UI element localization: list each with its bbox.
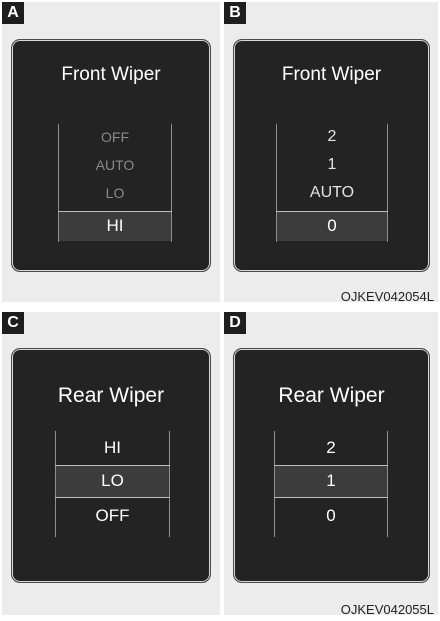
wiper-option-lo[interactable]: LO <box>58 185 172 201</box>
wiper-option-off[interactable]: OFF <box>58 129 172 145</box>
panel-c-tag: C <box>2 312 24 334</box>
screen-title: Rear Wiper <box>278 384 385 407</box>
list-divider-bottom <box>55 497 170 498</box>
panel-a: A Front Wiper OFF AUTO LO HI <box>2 2 220 302</box>
wiper-option-1[interactable]: 1 <box>276 156 388 174</box>
wiper-speed-list: 2 1 AUTO 0 <box>276 124 388 242</box>
panel-d: D Rear Wiper 2 1 0 <box>224 312 438 615</box>
wiper-option-2[interactable]: 2 <box>276 128 388 146</box>
rear-wiper-mode-list: HI LO OFF <box>55 431 170 537</box>
screen-title: Front Wiper <box>281 64 382 85</box>
panel-b: B Front Wiper 2 1 AUTO 0 <box>224 2 438 302</box>
panel-b-tag: B <box>224 2 246 24</box>
rear-wiper-option-2[interactable]: 2 <box>274 438 388 458</box>
panel-a-tag: A <box>2 2 24 24</box>
wiper-option-auto[interactable]: AUTO <box>276 184 388 202</box>
rear-wiper-option-1-selected[interactable]: 1 <box>274 471 388 491</box>
rear-wiper-option-lo-selected[interactable]: LO <box>55 471 170 491</box>
wiper-option-0-selected[interactable]: 0 <box>276 216 388 236</box>
wiper-option-hi-selected[interactable]: HI <box>58 216 172 236</box>
front-wiper-screen-a: Front Wiper OFF AUTO LO HI <box>11 39 211 272</box>
rear-wiper-option-off[interactable]: OFF <box>55 506 170 526</box>
list-divider-bottom <box>274 497 388 498</box>
rear-wiper-option-hi[interactable]: HI <box>55 438 170 458</box>
rear-wiper-screen-d: Rear Wiper 2 1 0 <box>233 348 430 583</box>
rear-wiper-speed-list: 2 1 0 <box>274 431 388 537</box>
panel-d-tag: D <box>224 312 246 334</box>
screen-title: Front Wiper <box>61 64 161 85</box>
rear-wiper-screen-c: Rear Wiper HI LO OFF <box>11 348 211 583</box>
wiper-mode-list: OFF AUTO LO HI <box>58 124 172 242</box>
panel-c: C Rear Wiper HI LO OFF <box>2 312 220 615</box>
front-wiper-screen-b: Front Wiper 2 1 AUTO 0 <box>233 39 430 272</box>
screen-title: Rear Wiper <box>57 384 165 407</box>
wiper-option-auto[interactable]: AUTO <box>58 157 172 173</box>
image-code-top: OJKEV042054L <box>340 289 434 304</box>
rear-wiper-option-0[interactable]: 0 <box>274 506 388 526</box>
image-code-bottom: OJKEV042055L <box>340 602 434 617</box>
